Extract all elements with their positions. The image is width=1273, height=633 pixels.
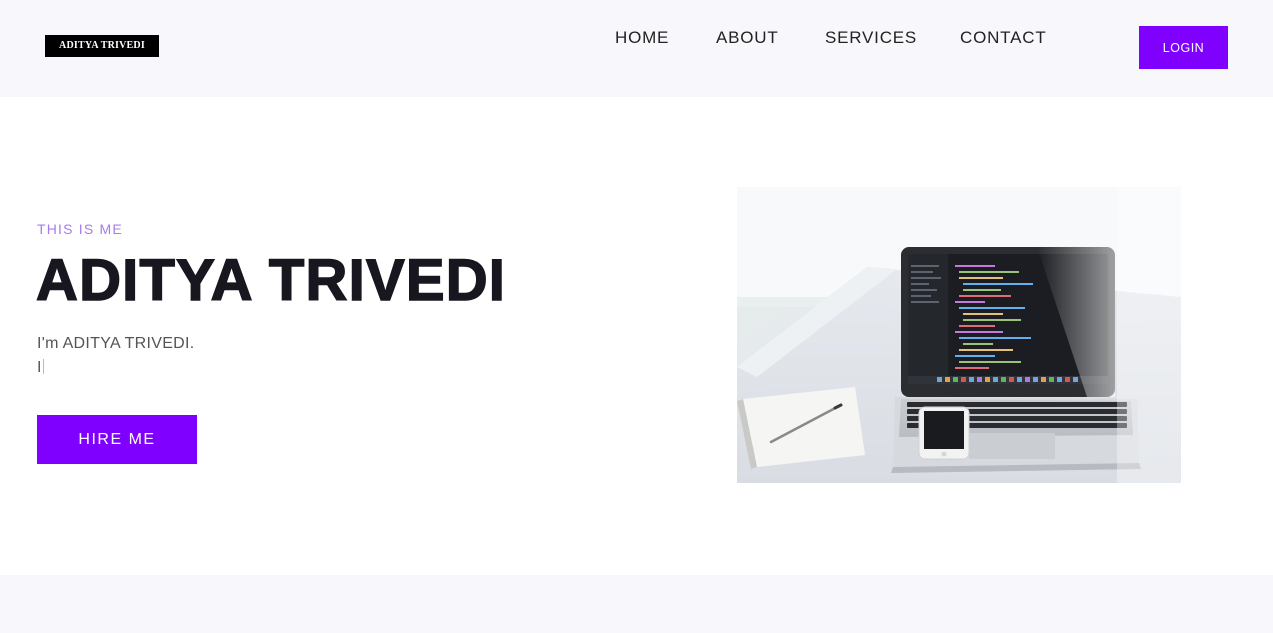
next-section-strip xyxy=(0,575,1273,633)
typed-text-line: I xyxy=(37,358,45,378)
nav-about-link[interactable]: ABOUT xyxy=(716,28,779,48)
hero-eyebrow: THIS IS ME xyxy=(37,221,123,237)
hero-laptop-image xyxy=(737,187,1181,483)
typing-cursor xyxy=(43,359,45,374)
typed-text: I xyxy=(37,359,42,376)
phone-graphic xyxy=(918,406,970,460)
login-button[interactable]: LOGIN xyxy=(1139,26,1228,69)
hero-intro: I'm ADITYA TRIVEDI. xyxy=(37,335,195,352)
notebook-graphic xyxy=(737,387,865,469)
hero-title: ADITYA TRIVEDI xyxy=(35,247,507,314)
site-header: ADITYA TRIVEDI HOME ABOUT SERVICES CONTA… xyxy=(0,0,1273,97)
nav-services-link[interactable]: SERVICES xyxy=(825,28,917,48)
nav-home-link[interactable]: HOME xyxy=(615,28,669,48)
logo[interactable]: ADITYA TRIVEDI xyxy=(45,35,159,57)
hire-me-button[interactable]: HIRE ME xyxy=(37,415,197,464)
nav-contact-link[interactable]: CONTACT xyxy=(960,28,1047,48)
